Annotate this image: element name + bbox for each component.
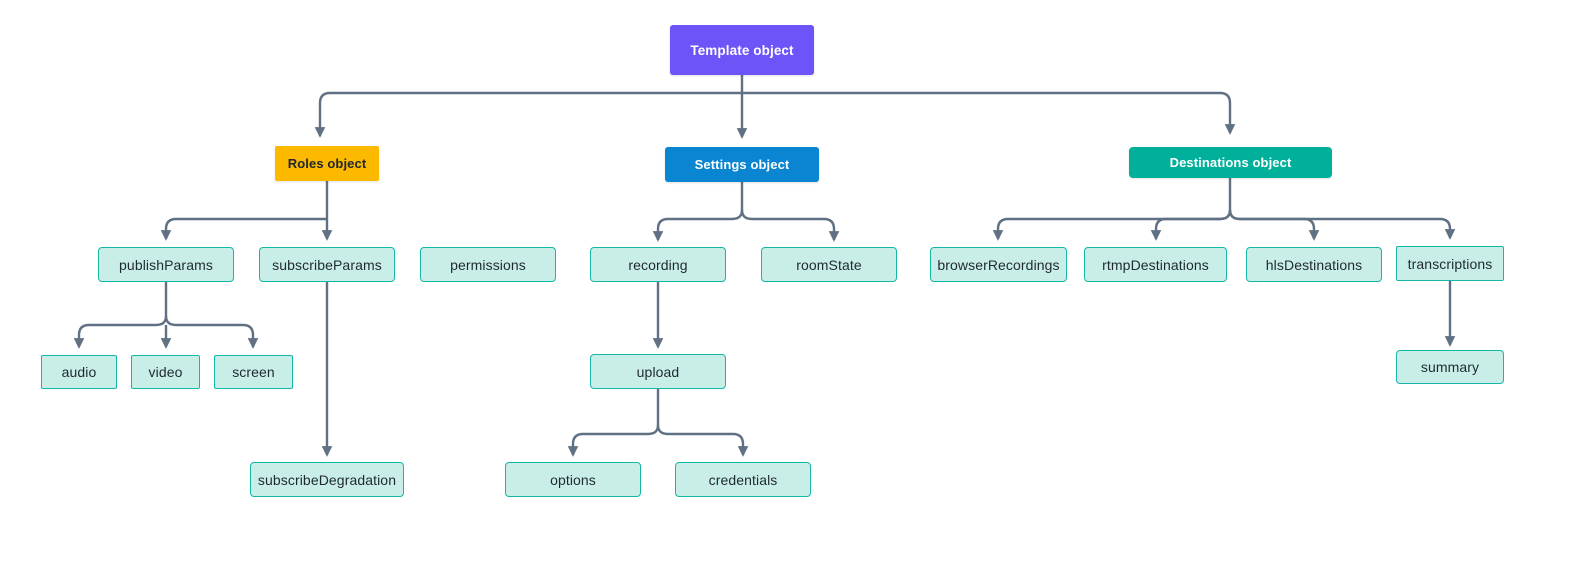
node-label: publishParams <box>119 256 213 273</box>
node-audio[interactable]: audio <box>41 355 117 389</box>
node-template-object[interactable]: Template object <box>670 25 814 75</box>
node-summary[interactable]: summary <box>1396 350 1504 384</box>
node-label: browserRecordings <box>937 256 1060 273</box>
edge-roles-publishparams <box>160 217 327 241</box>
node-publishparams[interactable]: publishParams <box>98 247 234 282</box>
node-label: audio <box>61 364 97 380</box>
node-label: upload <box>636 363 680 380</box>
edge-root-destinations <box>742 91 1236 135</box>
node-label: subscribeDegradation <box>257 471 397 488</box>
node-label: subscribeParams <box>272 256 382 273</box>
node-label: Template object <box>690 42 794 58</box>
node-label: rtmpDestinations <box>1102 256 1209 273</box>
node-label: credentials <box>708 471 778 488</box>
edge-root-roles <box>314 91 742 138</box>
edge-publishparams-screen <box>164 315 259 349</box>
edge-upload-options <box>567 424 660 457</box>
node-credentials[interactable]: credentials <box>675 462 811 497</box>
node-label: summary <box>1420 359 1480 375</box>
node-subscribeparams[interactable]: subscribeParams <box>259 247 395 282</box>
node-label: roomState <box>796 256 862 273</box>
node-options[interactable]: options <box>505 462 641 497</box>
node-screen[interactable]: screen <box>214 355 293 389</box>
node-hlsdestinations[interactable]: hlsDestinations <box>1246 247 1382 282</box>
node-video[interactable]: video <box>131 355 200 389</box>
node-label: video <box>148 364 183 380</box>
edge-settings-recording <box>652 209 744 242</box>
node-rtmpdestinations[interactable]: rtmpDestinations <box>1084 247 1227 282</box>
node-destinations-object[interactable]: Destinations object <box>1129 147 1332 178</box>
edge-settings-roomstate <box>740 182 840 242</box>
node-label: screen <box>232 364 275 380</box>
node-label: hlsDestinations <box>1265 256 1363 273</box>
edge-publishparams-audio <box>73 315 168 349</box>
node-label: permissions <box>450 256 526 273</box>
node-upload[interactable]: upload <box>590 354 726 389</box>
node-label: options <box>550 471 596 488</box>
edge-destinations-rtmpdestinations <box>1150 209 1232 241</box>
node-label: recording <box>628 256 688 273</box>
edge-destinations-transcriptions <box>1228 209 1456 240</box>
edge-destinations-hlsdestinations <box>1228 209 1320 241</box>
node-label: transcriptions <box>1407 255 1493 272</box>
node-settings-object[interactable]: Settings object <box>665 147 819 182</box>
node-browserrecordings[interactable]: browserRecordings <box>930 247 1067 282</box>
node-label: Roles object <box>287 156 367 171</box>
diagram-canvas: Template object Roles object Settings ob… <box>0 0 1582 570</box>
node-label: Settings object <box>694 157 790 172</box>
node-recording[interactable]: recording <box>590 247 726 282</box>
node-label: Destinations object <box>1169 155 1292 170</box>
node-subscribedegradation[interactable]: subscribeDegradation <box>250 462 404 497</box>
node-transcriptions[interactable]: transcriptions <box>1396 246 1504 281</box>
node-roles-object[interactable]: Roles object <box>275 146 379 181</box>
edge-destinations-browserrecordings <box>992 209 1232 241</box>
node-permissions[interactable]: permissions <box>420 247 556 282</box>
node-roomstate[interactable]: roomState <box>761 247 897 282</box>
edge-upload-credentials <box>656 424 749 457</box>
